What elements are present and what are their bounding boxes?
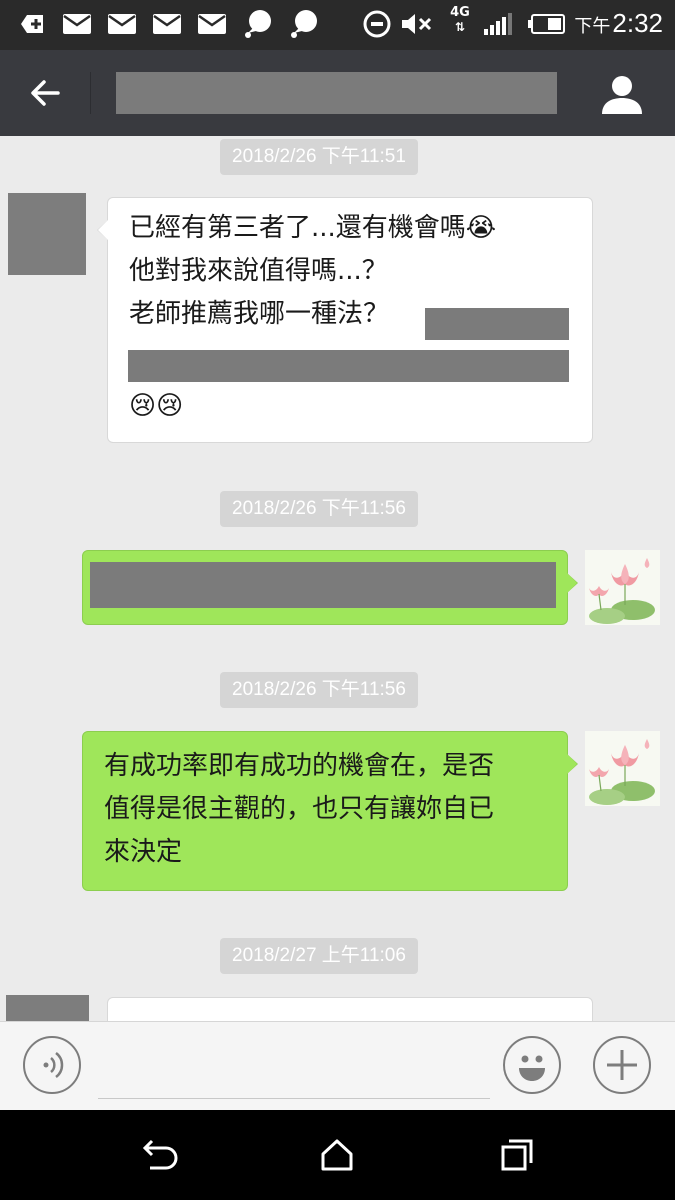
timestamp-badge: 2018/2/26 下午11:51 [220,139,418,175]
system-nav-bar [0,1110,675,1200]
back-nav-icon [142,1139,178,1170]
redacted-text [128,350,569,382]
redacted-text [90,562,556,608]
system-back-button[interactable] [136,1132,182,1178]
lotus-image [585,550,660,625]
sent-message-bubble[interactable]: 有成功率即有成功的機會在，是否 值得是很主觀的，也只有讓妳自已 來決定 [82,731,578,891]
timestamp-badge: 2018/2/26 下午11:56 [220,491,418,527]
network-label: 4G [450,5,470,20]
message-list[interactable]: 2018/2/26 下午11:51 已經有第三者了...還有機會嗎😭 他對我來說… [0,136,675,1021]
voice-icon [43,1052,64,1078]
signal-icon [482,10,516,38]
mail-icon [152,10,182,38]
contact-avatar[interactable] [8,193,86,275]
received-message-bubble[interactable]: 已經有第三者了...還有機會嗎😭 他對我來說值得嗎...？ 老師推薦我哪一種法？… [97,197,593,443]
network-4g-icon: 4G ⇅ [448,5,472,35]
header-divider [90,72,91,114]
chat-title-redacted [116,72,557,114]
arrow-left-icon [31,80,60,106]
smiley-icon [519,1055,545,1081]
my-avatar[interactable] [585,550,660,625]
clock: 下午2:32 [574,8,663,39]
status-bar: 4G ⇅ 下午2:32 [0,0,675,50]
message-input[interactable] [98,1042,490,1099]
lotus-image [585,731,660,806]
message-line: 他對我來說值得嗎...？ [129,256,388,286]
recents-nav-icon [501,1139,533,1171]
system-recents-button[interactable] [494,1132,540,1178]
emoji-button[interactable] [503,1036,561,1094]
mail-icon [62,10,92,38]
message-input-bar [0,1021,675,1110]
mail-icon [107,10,137,38]
plus-icon [607,1050,637,1080]
redacted-text [425,308,569,340]
battery-icon [527,10,567,38]
chat-bubble-icon [288,10,320,38]
message-line: 有成功率即有成功的機會在，是否 [104,751,495,781]
person-icon [602,76,642,114]
message-line: 來決定 [104,837,183,867]
mute-icon [400,10,434,38]
chat-bubble-icon [242,10,274,38]
my-avatar[interactable] [585,731,660,806]
timestamp-badge: 2018/2/26 下午11:56 [220,672,418,708]
timestamp-badge: 2018/2/27 上午11:06 [220,938,418,974]
emoji-line: 😢😢 [129,391,184,421]
time-value: 2:32 [612,8,663,38]
back-button[interactable] [22,70,68,116]
home-nav-icon [321,1139,353,1171]
system-home-button[interactable] [314,1132,360,1178]
do-not-disturb-icon [363,10,391,38]
received-message-bubble[interactable] [107,997,593,1021]
more-actions-button[interactable] [593,1036,651,1094]
mail-icon [197,10,227,38]
time-period: 下午 [574,16,611,36]
message-line: 已經有第三者了...還有機會嗎😭 [129,213,497,243]
sent-message-bubble[interactable] [82,550,578,625]
message-line: 值得是很主觀的，也只有讓妳自已 [104,794,495,824]
chat-info-button[interactable] [596,70,648,118]
chat-header [0,50,675,136]
message-line: 老師推薦我哪一種法？ [129,299,390,329]
voice-input-button[interactable] [23,1036,81,1094]
contact-avatar[interactable] [6,995,89,1021]
add-square-icon [18,10,46,38]
